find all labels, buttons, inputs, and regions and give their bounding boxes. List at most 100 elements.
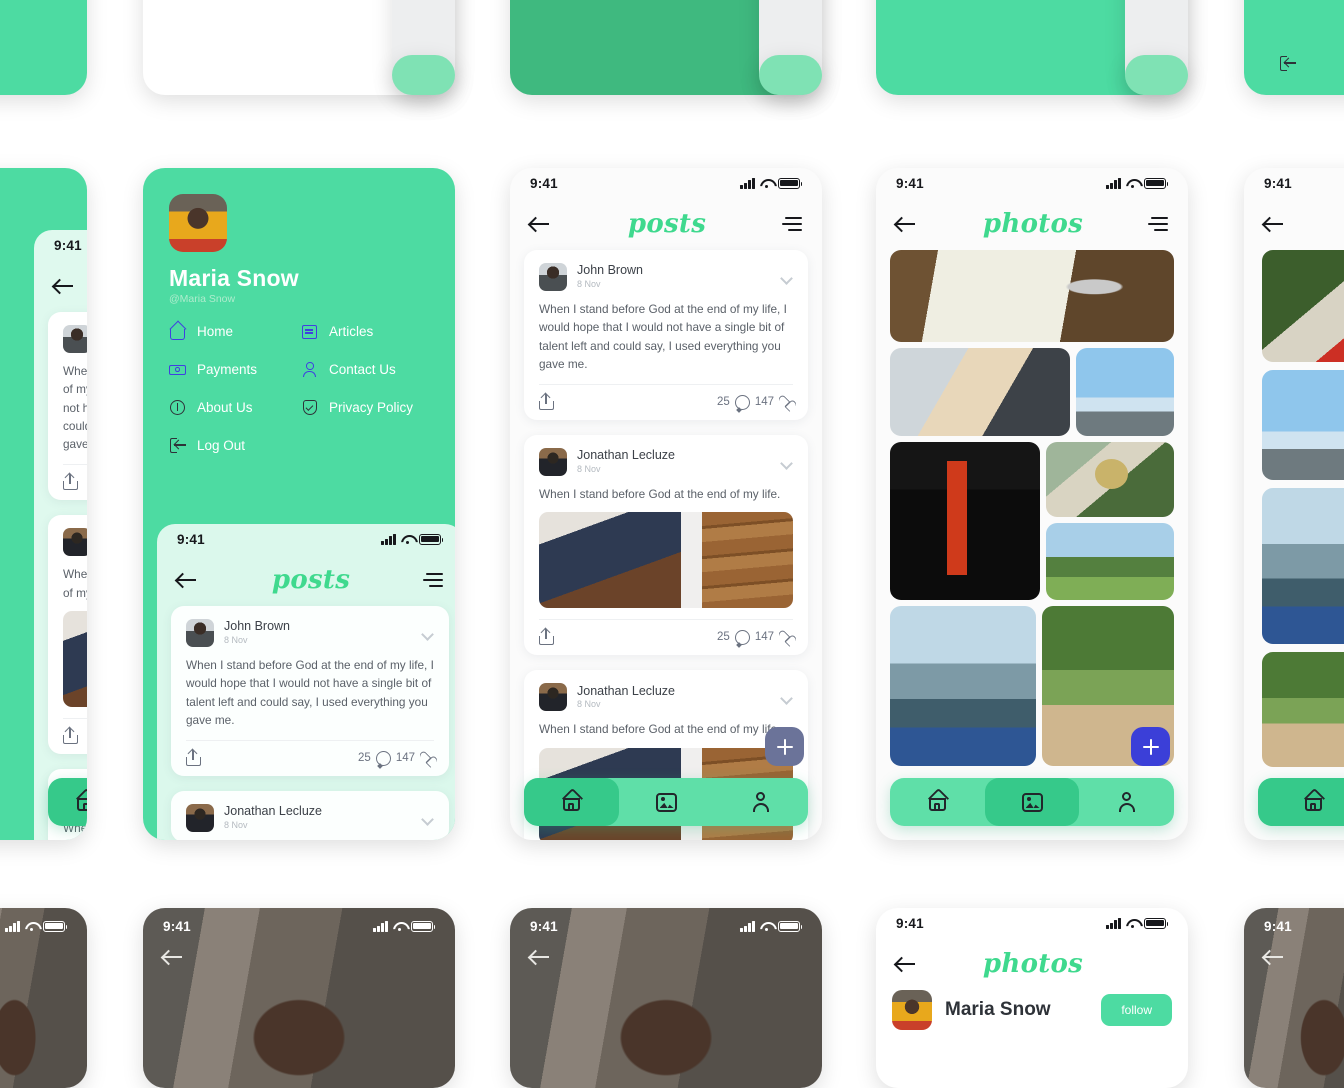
chevron-down-icon[interactable] [782,274,793,281]
screen-title: posts [627,209,707,239]
back-arrow-icon[interactable] [896,214,918,234]
status-time: 9:41 [530,175,558,191]
hamburger-icon[interactable] [423,573,443,587]
chevron-down-icon[interactable] [423,630,434,637]
avatar [63,325,87,353]
avatar [539,263,567,291]
share-icon[interactable] [63,472,78,491]
home-icon [927,792,948,812]
status-bar: 9:41 [876,908,1188,938]
top-drawer-green-right [1244,0,1344,95]
photo-thumbnail[interactable] [1262,370,1344,480]
back-arrow-icon[interactable] [1264,947,1286,967]
bottom-nav [890,778,1174,826]
wifi-icon [760,921,773,932]
back-arrow-icon[interactable] [54,276,76,296]
add-button[interactable] [1131,727,1170,766]
heart-icon[interactable] [420,752,434,765]
photo-thumbnail[interactable] [1262,652,1344,767]
add-button[interactable] [765,727,804,766]
photo-thumbnail[interactable] [890,348,1070,436]
post-date: 8 Nov [577,464,601,475]
photo-thumbnail[interactable] [1262,250,1344,362]
info-icon [169,399,186,416]
back-arrow-icon[interactable] [1264,214,1286,234]
photo-thumbnail[interactable] [1076,348,1174,436]
back-arrow-icon[interactable] [896,954,918,974]
photo-thumbnail[interactable] [1262,488,1344,644]
menu-item-home[interactable]: Home [169,323,297,340]
nav-profile[interactable] [1079,778,1174,826]
plus-icon [776,738,793,755]
hamburger-icon[interactable] [782,217,802,231]
comment-icon[interactable] [375,750,391,766]
nav-profile[interactable] [713,778,808,826]
bottom-nav [524,778,808,826]
menu-label: Payments [197,362,258,377]
heart-icon[interactable] [779,631,793,644]
app-header: posts [157,554,455,606]
back-arrow-icon[interactable] [163,947,185,967]
post-card[interactable]: John Brown 8 Nov When I stand before God… [524,250,808,421]
chevron-down-icon[interactable] [782,694,793,701]
photo-thumbnail[interactable] [1046,442,1174,517]
signal-icon [5,920,20,932]
back-arrow-icon[interactable] [177,570,199,590]
back-arrow-icon[interactable] [530,214,552,234]
posts-screen: 9:41 posts John Brown 8 Nov When I stand… [510,168,822,840]
nav-home[interactable] [48,778,87,826]
share-icon[interactable] [186,748,201,767]
menu-item-privacy-policy[interactable]: Privacy Policy [301,399,429,416]
wifi-icon [760,178,773,189]
follow-button[interactable]: follow [1101,994,1172,1026]
photo-thumbnail[interactable] [890,606,1036,766]
share-icon[interactable] [63,726,78,744]
photo-thumbnail[interactable] [890,442,1040,600]
post-card[interactable]: Jonathan Lecluze 8 Nov [171,791,449,840]
nav-home[interactable] [890,778,985,826]
drawer-user-name: Maria Snow [169,265,299,291]
comment-icon[interactable] [734,394,750,410]
post-image [63,610,87,707]
menu-label: Privacy Policy [329,400,414,415]
status-bar: 9:41 [157,524,455,554]
hamburger-icon[interactable] [1148,217,1168,231]
status-time: 9:41 [896,175,924,191]
photos-screen-right-crop: 9:41 [1244,168,1344,840]
avatar [63,528,87,557]
menu-item-articles[interactable]: Articles [301,323,429,340]
photo-thumbnail[interactable] [1046,523,1174,600]
signal-icon [373,920,388,932]
home-icon [1303,792,1324,812]
nav-gallery[interactable] [619,778,714,826]
menu-label: Log Out [197,438,246,453]
post-card[interactable]: When I stand before God at the end of my… [48,515,87,754]
menu-item-about-us[interactable]: About Us [169,399,297,416]
menu-item-contact-us[interactable]: Contact Us [301,361,429,378]
wifi-icon [1126,918,1139,929]
share-icon[interactable] [539,627,554,646]
heart-icon[interactable] [779,396,793,409]
top-drawer-white-navpeek [392,55,455,95]
share-icon[interactable] [539,392,554,411]
app-header [34,260,87,312]
post-card[interactable]: When I stand before God at the end of my… [48,312,87,501]
photo-thumbnail[interactable] [890,250,1174,342]
comment-icon[interactable] [734,629,750,645]
post-card[interactable]: John Brown 8 Nov When I stand before God… [171,606,449,777]
nav-gallery[interactable] [984,778,1080,826]
wifi-icon [393,921,406,932]
photo-grid [1262,250,1344,840]
post-date: 8 Nov [577,278,601,289]
chevron-down-icon[interactable] [782,459,793,466]
bottom-hero-left-crop [0,908,87,1088]
post-card[interactable]: Jonathan Lecluze 8 Nov When I stand befo… [524,435,808,656]
nav-home[interactable] [524,778,619,826]
menu-item-payments[interactable]: Payments [169,361,297,378]
post-image[interactable] [539,512,793,609]
chevron-down-icon[interactable] [423,815,434,822]
signal-icon [740,920,755,932]
back-arrow-icon[interactable] [530,947,552,967]
menu-item-log-out[interactable]: Log Out [169,437,297,454]
nav-home[interactable] [1258,778,1344,826]
